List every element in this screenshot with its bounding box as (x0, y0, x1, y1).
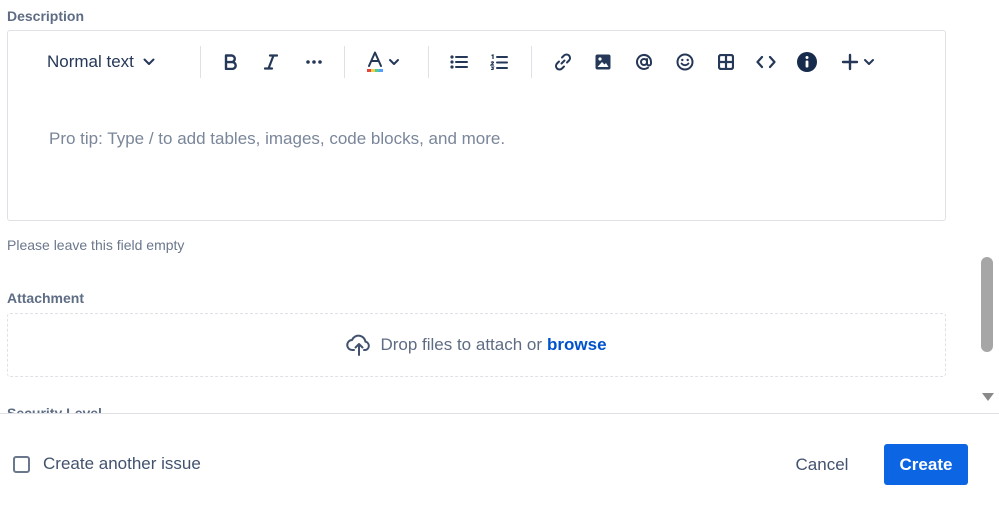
info-icon[interactable] (792, 47, 822, 77)
editor-placeholder: Pro tip: Type / to add tables, images, c… (49, 129, 506, 148)
mention-icon[interactable] (629, 47, 659, 77)
security-level-label: Security Level (7, 405, 102, 413)
italic-icon[interactable] (256, 47, 286, 77)
insert-plus-icon[interactable] (836, 47, 886, 77)
toolbar-divider (531, 46, 532, 78)
description-label: Description (7, 8, 85, 24)
browse-link[interactable]: browse (547, 335, 607, 355)
dropzone-text: Drop files to attach or (380, 335, 543, 354)
more-formatting-icon[interactable] (299, 47, 329, 77)
scrollbar-thumb[interactable] (981, 257, 993, 352)
table-icon[interactable] (711, 47, 741, 77)
scroll-down-arrow-icon[interactable] (982, 393, 994, 401)
create-another-label[interactable]: Create another issue (43, 454, 201, 474)
create-issue-dialog: Description Normal text Pro tip: Type / … (0, 0, 999, 511)
toolbar-divider (200, 46, 201, 78)
cloud-upload-icon (346, 334, 372, 356)
link-icon[interactable] (548, 47, 578, 77)
emoji-icon[interactable] (670, 47, 700, 77)
text-color-icon[interactable] (362, 47, 406, 77)
text-style-label: Normal text (47, 52, 134, 71)
attachment-label: Attachment (7, 290, 85, 306)
editor-toolbar: Normal text (8, 31, 945, 93)
attachment-dropzone[interactable]: Drop files to attach or browse (7, 313, 946, 377)
bold-icon[interactable] (216, 47, 246, 77)
scrollbar[interactable] (976, 0, 999, 413)
bullet-list-icon[interactable] (444, 47, 474, 77)
description-editor[interactable]: Normal text Pro tip: Type / to add table… (7, 30, 946, 221)
description-helper-text: Please leave this field empty (7, 237, 185, 253)
code-icon[interactable] (751, 47, 781, 77)
toolbar-divider (344, 46, 345, 78)
chevron-down-icon (143, 58, 155, 66)
cancel-button[interactable]: Cancel (779, 446, 865, 484)
numbered-list-icon[interactable] (484, 47, 514, 77)
text-style-dropdown[interactable]: Normal text (38, 47, 174, 77)
create-another-checkbox[interactable] (13, 456, 30, 473)
form-content: Description Normal text Pro tip: Type / … (0, 0, 976, 413)
create-button[interactable]: Create (884, 444, 968, 485)
image-icon[interactable] (588, 47, 618, 77)
toolbar-divider (428, 46, 429, 78)
